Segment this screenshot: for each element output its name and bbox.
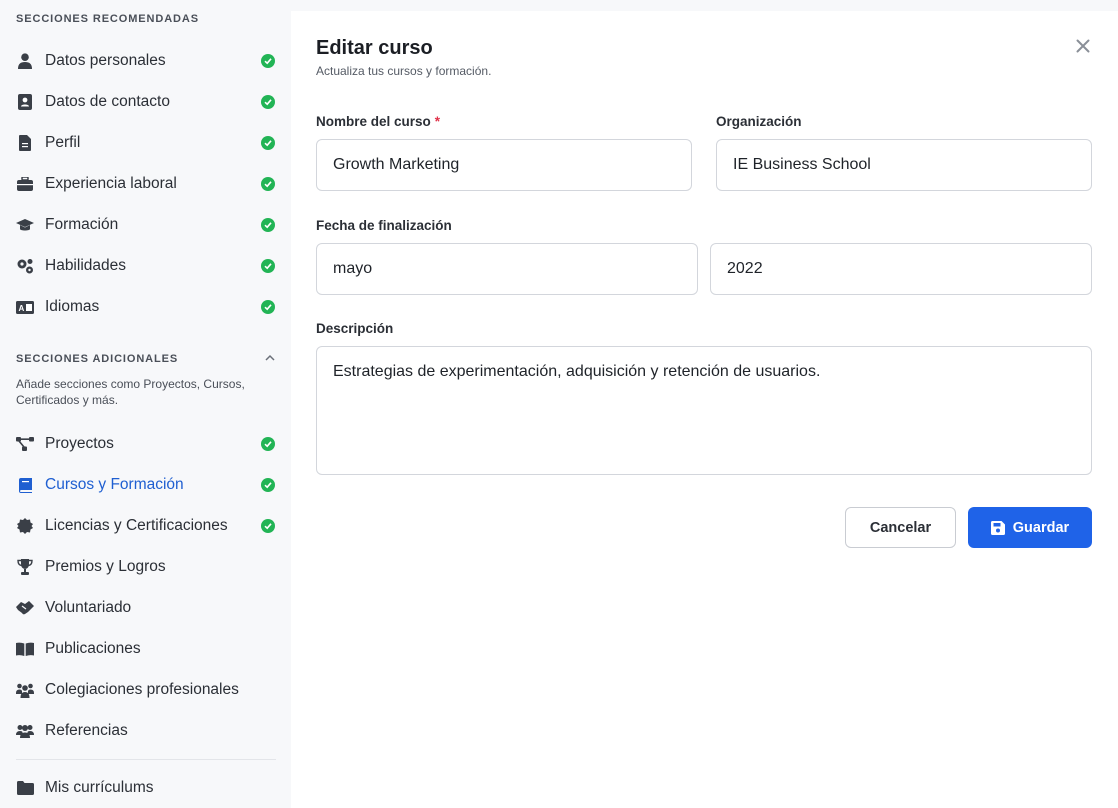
app-root: SECCIONES RECOMENDADAS Datos personales … — [0, 0, 1118, 808]
check-circle-icon — [261, 478, 275, 492]
course-name-label-text: Nombre del curso — [316, 114, 431, 129]
additional-sections-description: Añade secciones como Proyectos, Cursos, … — [16, 377, 245, 407]
sidebar-item-habilidades[interactable]: Habilidades — [0, 248, 291, 284]
sidebar-item-experiencia[interactable]: Experiencia laboral — [0, 166, 291, 202]
sidebar-item-label: Formación — [45, 216, 119, 233]
check-circle-icon — [261, 136, 275, 150]
check-circle-icon — [261, 300, 275, 314]
sidebar-item-datos-personales[interactable]: Datos personales — [0, 43, 291, 79]
sidebar-item-label: Cursos y Formación — [45, 476, 184, 493]
sidebar-item-proyectos[interactable]: Proyectos — [0, 426, 291, 462]
document-icon — [16, 134, 34, 152]
sidebar-item-label: Colegiaciones profesionales — [45, 681, 239, 698]
sidebar-item-cursos[interactable]: Cursos y Formación — [0, 467, 291, 503]
organization-label: Organización — [716, 114, 802, 129]
sidebar-item-colegiaciones[interactable]: Colegiaciones profesionales — [0, 672, 291, 708]
people-group-icon — [16, 681, 34, 699]
sidebar-item-label: Publicaciones — [45, 640, 141, 657]
sidebar-item-label: Habilidades — [45, 257, 126, 274]
sidebar-item-label: Voluntariado — [45, 599, 132, 616]
close-icon[interactable] — [1075, 38, 1091, 54]
sidebar-item-premios[interactable]: Premios y Logros — [0, 549, 291, 585]
briefcase-icon — [16, 175, 34, 193]
end-year-input[interactable]: 2022 — [710, 243, 1092, 295]
required-mark: * — [434, 114, 441, 129]
additional-sections-title: SECCIONES ADICIONALES — [16, 353, 179, 365]
check-circle-icon — [261, 259, 275, 273]
sidebar-item-label: Premios y Logros — [45, 558, 166, 575]
description-label: Descripción — [316, 321, 394, 336]
sidebar-divider — [16, 759, 276, 760]
sidebar-item-perfil[interactable]: Perfil — [0, 125, 291, 161]
sidebar-item-referencias[interactable]: Referencias — [0, 713, 291, 749]
sidebar-item-formacion[interactable]: Formación — [0, 207, 291, 243]
open-book-icon — [16, 640, 34, 658]
project-diagram-icon — [16, 435, 34, 453]
user-icon — [16, 52, 34, 70]
sidebar-item-mis-curriculums[interactable]: Mis currículums — [0, 770, 291, 806]
check-circle-icon — [261, 519, 275, 533]
sidebar-item-idiomas[interactable]: A Idiomas — [0, 289, 291, 325]
cancel-button-label: Cancelar — [869, 519, 932, 536]
save-button-label: Guardar — [1012, 519, 1070, 536]
sidebar-item-voluntariado[interactable]: Voluntariado — [0, 590, 291, 626]
sidebar-item-label: Mis currículums — [45, 779, 154, 796]
sidebar-item-licencias[interactable]: Licencias y Certificaciones — [0, 508, 291, 544]
chevron-up-icon[interactable] — [263, 351, 277, 365]
course-name-label: Nombre del curso * — [316, 114, 440, 129]
save-button[interactable]: Guardar — [968, 507, 1092, 548]
graduation-cap-icon — [16, 216, 34, 234]
floppy-disk-icon — [990, 520, 1005, 535]
sidebar-item-datos-contacto[interactable]: Datos de contacto — [0, 84, 291, 120]
check-circle-icon — [261, 218, 275, 232]
sidebar-item-label: Referencias — [45, 722, 128, 739]
organization-input[interactable]: IE Business School — [716, 139, 1092, 191]
page-title: Editar curso — [316, 37, 433, 59]
sidebar-item-label: Perfil — [45, 134, 81, 151]
check-circle-icon — [261, 177, 275, 191]
book-icon — [16, 476, 34, 494]
edit-course-panel: Editar curso Actualiza tus cursos y form… — [291, 11, 1118, 808]
check-circle-icon — [261, 437, 275, 451]
end-date-label: Fecha de finalización — [316, 218, 452, 233]
users-icon — [16, 722, 34, 740]
recommended-sections-title: SECCIONES RECOMENDADAS — [16, 13, 199, 25]
sidebar-item-label: Experiencia laboral — [45, 175, 177, 192]
check-circle-icon — [261, 54, 275, 68]
sidebar-item-publicaciones[interactable]: Publicaciones — [0, 631, 291, 667]
trophy-icon — [16, 558, 34, 576]
sidebar: SECCIONES RECOMENDADAS Datos personales … — [0, 0, 291, 808]
description-textarea[interactable]: Estrategias de experimentación, adquisic… — [316, 346, 1092, 475]
sidebar-item-label: Datos de contacto — [45, 93, 170, 110]
end-month-select[interactable]: mayo — [316, 243, 698, 295]
language-icon: A — [16, 298, 34, 316]
check-circle-icon — [261, 95, 275, 109]
course-name-input[interactable]: Growth Marketing — [316, 139, 692, 191]
sidebar-item-label: Idiomas — [45, 298, 100, 315]
certificate-icon — [16, 517, 34, 535]
sidebar-item-label: Proyectos — [45, 435, 114, 452]
sidebar-item-label: Licencias y Certificaciones — [45, 517, 228, 534]
page-subtitle: Actualiza tus cursos y formación. — [316, 64, 492, 78]
svg-text:A: A — [19, 304, 25, 313]
gears-icon — [16, 257, 34, 275]
contact-card-icon — [16, 93, 34, 111]
cancel-button[interactable]: Cancelar — [845, 507, 956, 548]
sidebar-item-label: Datos personales — [45, 52, 166, 69]
folder-icon — [16, 779, 34, 797]
handshake-icon — [16, 599, 34, 617]
